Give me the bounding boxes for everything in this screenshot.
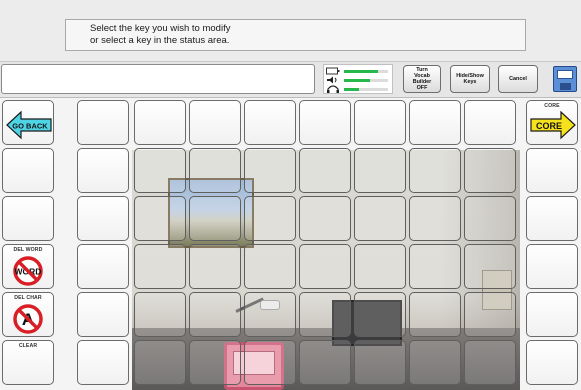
key-r1c8[interactable] [464, 100, 516, 145]
key-r4c7[interactable] [409, 244, 461, 289]
key-r6c4[interactable] [244, 340, 296, 385]
key-r5c3[interactable] [189, 292, 241, 337]
key-r4c2[interactable] [134, 244, 186, 289]
floppy-disk-icon[interactable] [553, 66, 577, 92]
key-r6c2[interactable] [134, 340, 186, 385]
key-r2c4[interactable] [244, 148, 296, 193]
key-r1c6[interactable] [354, 100, 406, 145]
key-r5c6[interactable] [354, 292, 406, 337]
key-r3c4[interactable] [244, 196, 296, 241]
key-r6c8[interactable] [464, 340, 516, 385]
key-r3c5[interactable] [299, 196, 351, 241]
key-r3c2[interactable] [134, 196, 186, 241]
del-char-caption: DEL CHAR [14, 295, 42, 301]
instruction-line-1: Select the key you wish to modify [90, 23, 231, 34]
key-r5c4[interactable] [244, 292, 296, 337]
speaker-volume-icon [327, 76, 337, 84]
key-r3c0[interactable] [2, 196, 54, 241]
vocab-builder-label-4: OFF [416, 85, 428, 91]
keyboard-grid: GO BACK DEL WORD WORD DEL CHAR A CLEAR [0, 98, 581, 390]
key-r6c1[interactable] [77, 340, 129, 385]
status-meters[interactable] [323, 64, 393, 94]
key-r1c7[interactable] [409, 100, 461, 145]
delete-word-icon: WORD [13, 256, 43, 286]
key-r2c0[interactable] [2, 148, 54, 193]
key-r4c6[interactable] [354, 244, 406, 289]
key-r4c5[interactable] [299, 244, 351, 289]
key-r6c9[interactable] [526, 340, 578, 385]
key-r6c5[interactable] [299, 340, 351, 385]
key-r4c9[interactable] [526, 244, 578, 289]
message-window-input[interactable] [1, 64, 315, 94]
key-r3c7[interactable] [409, 196, 461, 241]
go-back-label: GO BACK [12, 122, 48, 131]
core-caption: CORE [544, 103, 560, 109]
clear-caption: CLEAR [18, 343, 38, 349]
hide-show-label-2: Keys [463, 79, 477, 85]
key-r6c7[interactable] [409, 340, 461, 385]
core-key[interactable]: CORE CORE [526, 100, 578, 145]
key-r6c3[interactable] [189, 340, 241, 385]
status-bar: Turn Vocab Builder OFF Hide/Show Keys Ca… [0, 62, 581, 98]
key-r4c8[interactable] [464, 244, 516, 289]
headphone-meter [326, 85, 390, 93]
vocab-builder-toggle-button[interactable]: Turn Vocab Builder OFF [403, 65, 441, 93]
battery-meter [326, 67, 390, 75]
key-r5c1[interactable] [77, 292, 129, 337]
left-arrow-icon: GO BACK [6, 110, 52, 140]
key-r3c9[interactable] [526, 196, 578, 241]
key-r1c2[interactable] [134, 100, 186, 145]
instruction-box: Select the key you wish to modify or sel… [65, 19, 526, 51]
volume-meter [326, 76, 390, 84]
key-r4c4[interactable] [244, 244, 296, 289]
headphones-icon [327, 85, 339, 93]
cancel-label: Cancel [509, 76, 527, 82]
key-r2c3[interactable] [189, 148, 241, 193]
clear-key[interactable]: CLEAR [2, 340, 54, 385]
key-r2c2[interactable] [134, 148, 186, 193]
key-r6c6[interactable] [354, 340, 406, 385]
message-area: Select the key you wish to modify or sel… [0, 0, 581, 62]
key-r2c8[interactable] [464, 148, 516, 193]
cancel-button[interactable]: Cancel [498, 65, 538, 93]
instruction-line-2: or select a key in the status area. [90, 35, 230, 46]
key-r2c5[interactable] [299, 148, 351, 193]
key-r4c1[interactable] [77, 244, 129, 289]
key-r5c2[interactable] [134, 292, 186, 337]
del-word-key[interactable]: DEL WORD WORD [2, 244, 54, 289]
key-r5c5[interactable] [299, 292, 351, 337]
core-label: CORE [536, 121, 562, 131]
del-word-caption: DEL WORD [13, 247, 43, 253]
del-char-key[interactable]: DEL CHAR A [2, 292, 54, 337]
key-r2c9[interactable] [526, 148, 578, 193]
hide-show-keys-button[interactable]: Hide/Show Keys [450, 65, 490, 93]
key-r2c1[interactable] [77, 148, 129, 193]
key-r1c5[interactable] [299, 100, 351, 145]
go-back-key[interactable]: GO BACK [2, 100, 54, 145]
key-r3c8[interactable] [464, 196, 516, 241]
key-r5c7[interactable] [409, 292, 461, 337]
key-r2c7[interactable] [409, 148, 461, 193]
key-r1c4[interactable] [244, 100, 296, 145]
key-r5c9[interactable] [526, 292, 578, 337]
battery-icon [326, 67, 340, 75]
delete-character-icon: A [13, 304, 43, 334]
key-r3c6[interactable] [354, 196, 406, 241]
key-r3c3[interactable] [189, 196, 241, 241]
key-r3c1[interactable] [77, 196, 129, 241]
key-r4c3[interactable] [189, 244, 241, 289]
key-r5c8[interactable] [464, 292, 516, 337]
key-r1c1[interactable] [77, 100, 129, 145]
key-r1c3[interactable] [189, 100, 241, 145]
right-arrow-icon: CORE [530, 110, 576, 140]
key-r2c6[interactable] [354, 148, 406, 193]
